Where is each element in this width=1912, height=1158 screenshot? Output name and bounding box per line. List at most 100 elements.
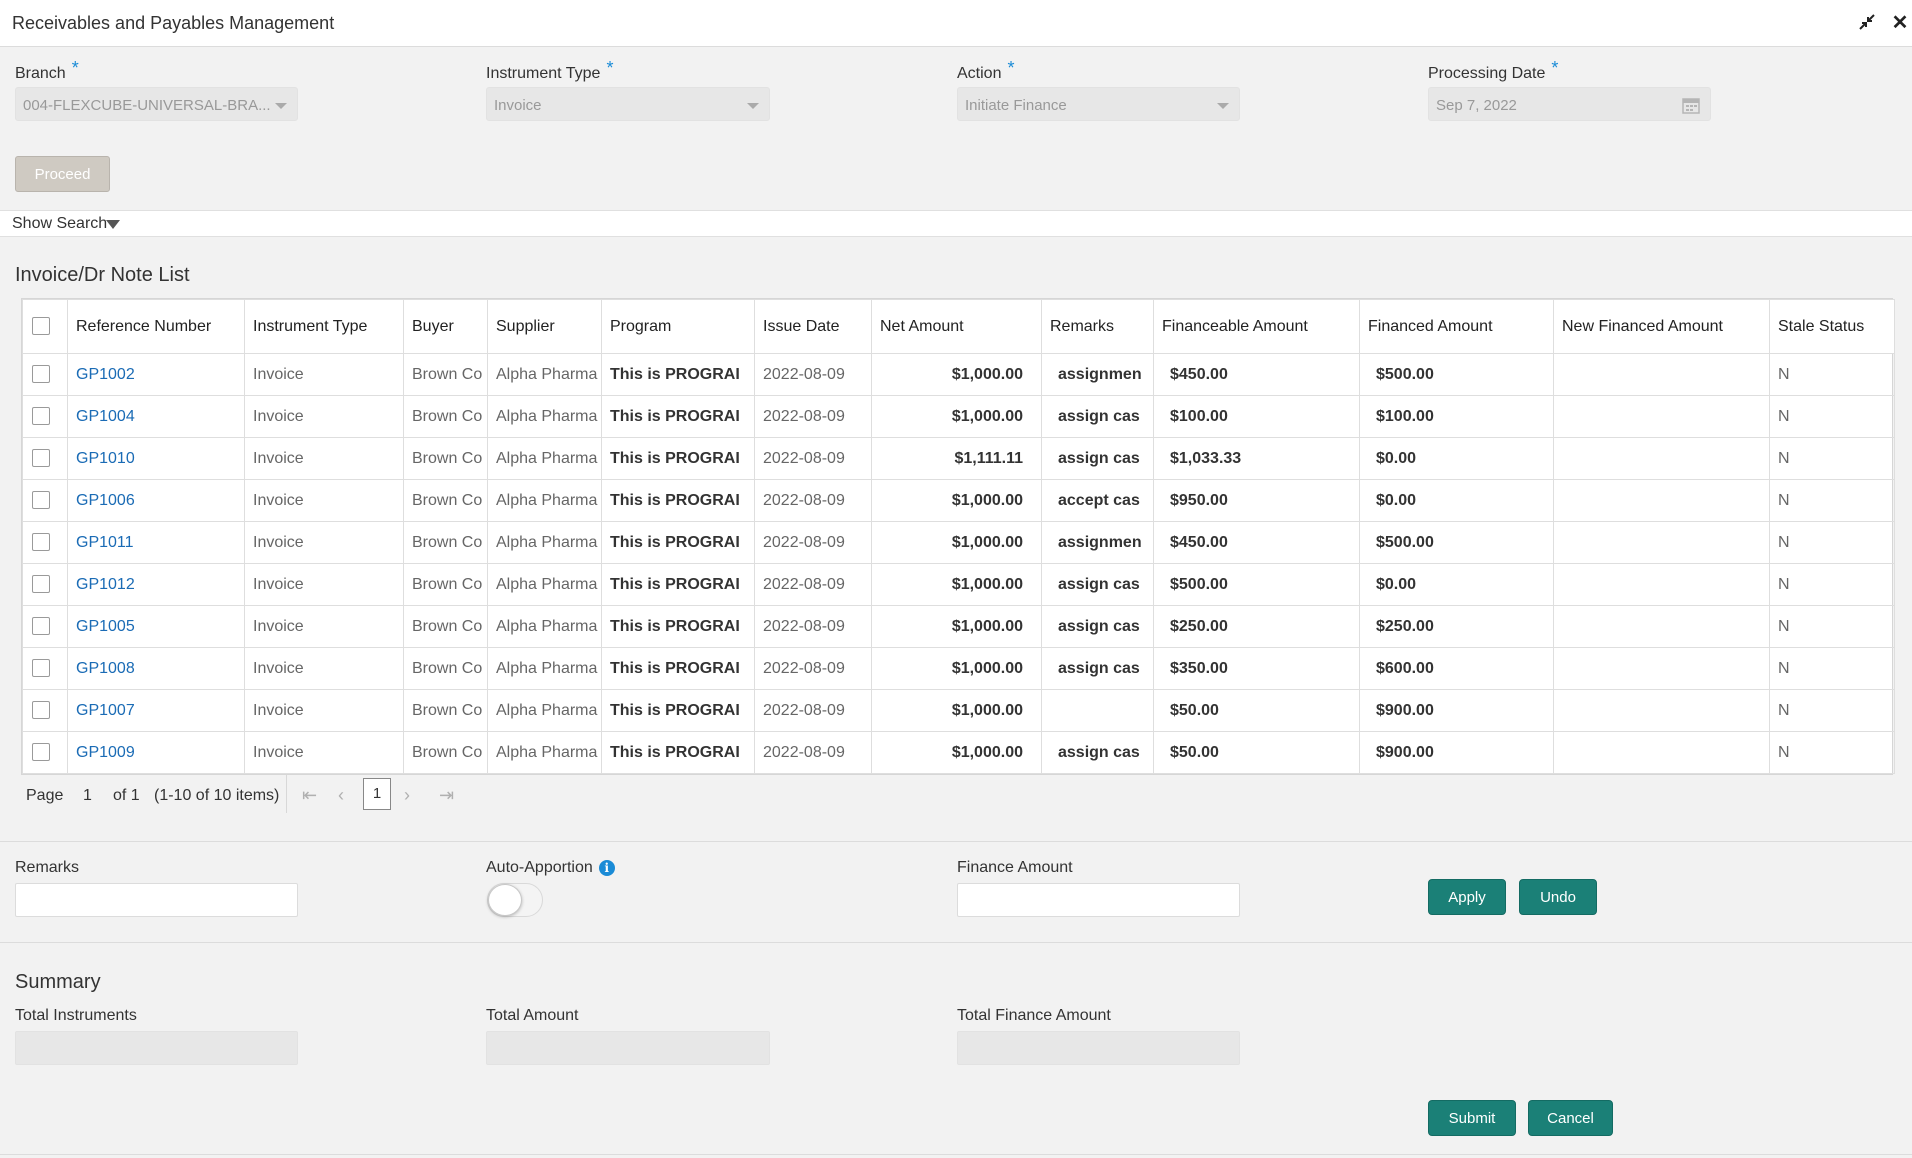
row-checkbox[interactable]	[32, 575, 50, 594]
column-header[interactable]: Net Amount	[871, 299, 1042, 354]
new-financed-amount-cell[interactable]	[1553, 689, 1770, 732]
row-checkbox[interactable]	[32, 449, 50, 468]
column-header[interactable]: Issue Date	[754, 299, 872, 354]
new-financed-amount-cell[interactable]	[1553, 647, 1770, 690]
table-row[interactable]: GP1005 Invoice Brown Co Alpha Pharma This is…	[22, 605, 1895, 648]
table-row[interactable]: GP1007 Invoice Brown Co Alpha Pharma This is…	[22, 689, 1895, 732]
table-row[interactable]: GP1009 Invoice Brown Co Alpha Pharma This is…	[22, 731, 1895, 774]
next-page-icon[interactable]: ›	[404, 785, 410, 806]
reference-cell[interactable]: GP1002	[67, 353, 245, 396]
reference-cell[interactable]: GP1005	[67, 605, 245, 648]
finance-amount-input[interactable]	[957, 883, 1240, 917]
minimize-icon[interactable]	[1855, 10, 1879, 34]
program-cell: This is PROGRAI	[601, 395, 755, 438]
pagination: Page 1 of 1 (1-10 of 10 items) ⇤ ‹ 1 › ⇥	[21, 775, 921, 815]
new-financed-amount-cell[interactable]	[1553, 395, 1770, 438]
financed-amount-cell: $250.00	[1359, 605, 1554, 648]
instrument-type-select[interactable]: Invoice	[486, 87, 770, 121]
row-checkbox[interactable]	[32, 743, 50, 762]
close-icon[interactable]: ✕	[1888, 10, 1912, 34]
new-financed-amount-cell[interactable]	[1553, 353, 1770, 396]
calendar-icon[interactable]	[1681, 95, 1701, 120]
supplier-cell: Alpha Pharma	[487, 437, 602, 480]
processing-date-input[interactable]: Sep 7, 2022	[1428, 87, 1711, 121]
row-checkbox[interactable]	[32, 701, 50, 720]
column-header[interactable]: Supplier	[487, 299, 602, 354]
table-row[interactable]: GP1010 Invoice Brown Co Alpha Pharma This is…	[22, 437, 1895, 480]
new-financed-amount-cell[interactable]	[1553, 521, 1770, 564]
table-row[interactable]: GP1004 Invoice Brown Co Alpha Pharma This is…	[22, 395, 1895, 438]
column-header[interactable]: Instrument Type	[244, 299, 404, 354]
buyer-cell: Brown Co	[403, 563, 488, 606]
financed-amount-cell: $500.00	[1359, 353, 1554, 396]
new-financed-amount-cell[interactable]	[1553, 731, 1770, 774]
row-select-cell	[22, 731, 68, 774]
auto-apportion-toggle[interactable]	[487, 883, 543, 917]
row-checkbox[interactable]	[32, 659, 50, 678]
column-header[interactable]: Buyer	[403, 299, 488, 354]
undo-button[interactable]: Undo	[1519, 879, 1597, 915]
reference-cell[interactable]: GP1012	[67, 563, 245, 606]
cancel-button[interactable]: Cancel	[1528, 1100, 1613, 1136]
apply-button[interactable]: Apply	[1428, 879, 1506, 915]
supplier-cell: Alpha Pharma	[487, 605, 602, 648]
reference-cell[interactable]: GP1008	[67, 647, 245, 690]
table-row[interactable]: GP1008 Invoice Brown Co Alpha Pharma This is…	[22, 647, 1895, 690]
column-header[interactable]: New Financed Amount	[1553, 299, 1770, 354]
net-amount-cell: $1,000.00	[871, 353, 1042, 396]
column-header[interactable]: Remarks	[1041, 299, 1154, 354]
table-row[interactable]: GP1012 Invoice Brown Co Alpha Pharma This is…	[22, 563, 1895, 606]
reference-cell[interactable]: GP1011	[67, 521, 245, 564]
info-icon[interactable]: i	[598, 859, 615, 876]
column-header[interactable]: Program	[601, 299, 755, 354]
show-search-toggle[interactable]: Show Search	[12, 215, 107, 233]
reference-cell[interactable]: GP1007	[67, 689, 245, 732]
new-financed-amount-cell[interactable]	[1553, 563, 1770, 606]
remarks-input[interactable]	[15, 883, 298, 917]
program-cell: This is PROGRAI	[601, 689, 755, 732]
page-number-input[interactable]: 1	[83, 787, 92, 805]
divider	[0, 841, 1912, 842]
program-cell: This is PROGRAI	[601, 731, 755, 774]
stale-status-cell: N	[1769, 689, 1895, 732]
table-row[interactable]: GP1006 Invoice Brown Co Alpha Pharma This is…	[22, 479, 1895, 522]
remarks-cell: assign cas	[1041, 395, 1154, 438]
current-page-button[interactable]: 1	[363, 778, 391, 810]
new-financed-amount-cell[interactable]	[1553, 605, 1770, 648]
instrument-type-cell: Invoice	[244, 689, 404, 732]
remarks-cell: assign cas	[1041, 731, 1154, 774]
last-page-icon[interactable]: ⇥	[439, 785, 454, 806]
stale-status-cell: N	[1769, 647, 1895, 690]
table-row[interactable]: GP1002 Invoice Brown Co Alpha Pharma This is…	[22, 353, 1895, 396]
action-value: Initiate Finance	[965, 97, 1067, 114]
row-checkbox[interactable]	[32, 365, 50, 384]
column-header[interactable]: Reference Number	[67, 299, 245, 354]
action-select[interactable]: Initiate Finance	[957, 87, 1240, 121]
financed-amount-cell: $900.00	[1359, 689, 1554, 732]
reference-cell[interactable]: GP1004	[67, 395, 245, 438]
stale-status-cell: N	[1769, 353, 1895, 396]
caret-down-icon[interactable]	[106, 220, 120, 229]
row-checkbox[interactable]	[32, 407, 50, 426]
table-row[interactable]: GP1011 Invoice Brown Co Alpha Pharma This is…	[22, 521, 1895, 564]
branch-select[interactable]: 004-FLEXCUBE-UNIVERSAL-BRA...	[15, 87, 298, 121]
reference-cell[interactable]: GP1006	[67, 479, 245, 522]
row-checkbox[interactable]	[32, 491, 50, 510]
proceed-button[interactable]: Proceed	[15, 156, 110, 192]
select-all-checkbox[interactable]	[32, 317, 50, 336]
show-search-bar[interactable]: Show Search	[0, 210, 1912, 237]
first-page-icon[interactable]: ⇤	[302, 785, 317, 806]
financed-amount-cell: $100.00	[1359, 395, 1554, 438]
reference-cell[interactable]: GP1010	[67, 437, 245, 480]
row-select-cell	[22, 689, 68, 732]
reference-cell[interactable]: GP1009	[67, 731, 245, 774]
new-financed-amount-cell[interactable]	[1553, 437, 1770, 480]
submit-button[interactable]: Submit	[1428, 1100, 1516, 1136]
row-checkbox[interactable]	[32, 617, 50, 636]
new-financed-amount-cell[interactable]	[1553, 479, 1770, 522]
column-header[interactable]: Financed Amount	[1359, 299, 1554, 354]
column-header[interactable]: Financeable Amount	[1153, 299, 1360, 354]
column-header[interactable]: Stale Status	[1769, 299, 1895, 354]
row-checkbox[interactable]	[32, 533, 50, 552]
prev-page-icon[interactable]: ‹	[338, 785, 344, 806]
